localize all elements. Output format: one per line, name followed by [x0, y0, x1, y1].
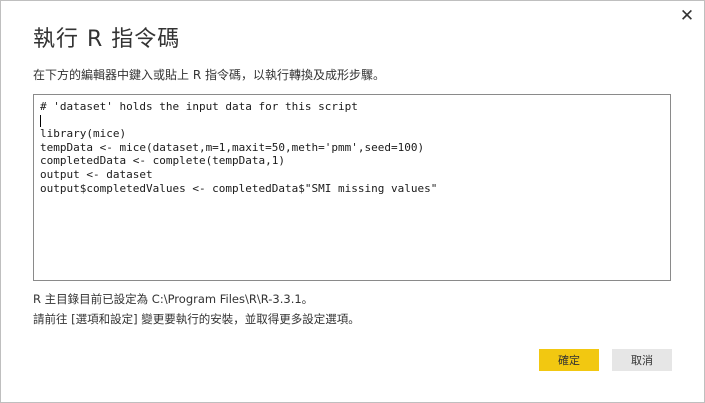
code-line-cursor	[40, 114, 664, 128]
r-script-editor[interactable]: # 'dataset' holds the input data for thi…	[33, 94, 671, 281]
code-line: output$completedValues <- completedData$…	[40, 181, 438, 195]
r-home-info: R 主目錄目前已設定為 C:\Program Files\R\R-3.3.1。	[33, 292, 314, 306]
code-line: library(mice)	[40, 127, 127, 141]
cancel-button[interactable]: 取消	[612, 349, 672, 371]
text-cursor	[40, 114, 41, 127]
dialog-title: 執行 R 指令碼	[33, 27, 181, 52]
run-r-script-dialog: ✕ 執行 R 指令碼 在下方的編輯器中鍵入或貼上 R 指令碼，以執行轉換及成形步…	[0, 0, 705, 403]
code-line: completedData <- complete(tempData,1)	[40, 154, 286, 168]
settings-info: 請前往 [選項和設定] 變更要執行的安裝，並取得更多設定選項。	[33, 312, 360, 326]
ok-button[interactable]: 確定	[539, 349, 599, 371]
close-icon[interactable]: ✕	[677, 6, 697, 26]
code-line: # 'dataset' holds the input data for thi…	[40, 100, 358, 113]
instruction-text: 在下方的編輯器中鍵入或貼上 R 指令碼，以執行轉換及成形步驟。	[33, 68, 385, 82]
code-line: tempData <- mice(dataset,m=1,maxit=50,me…	[40, 140, 425, 154]
code-line: output <- dataset	[40, 167, 153, 181]
